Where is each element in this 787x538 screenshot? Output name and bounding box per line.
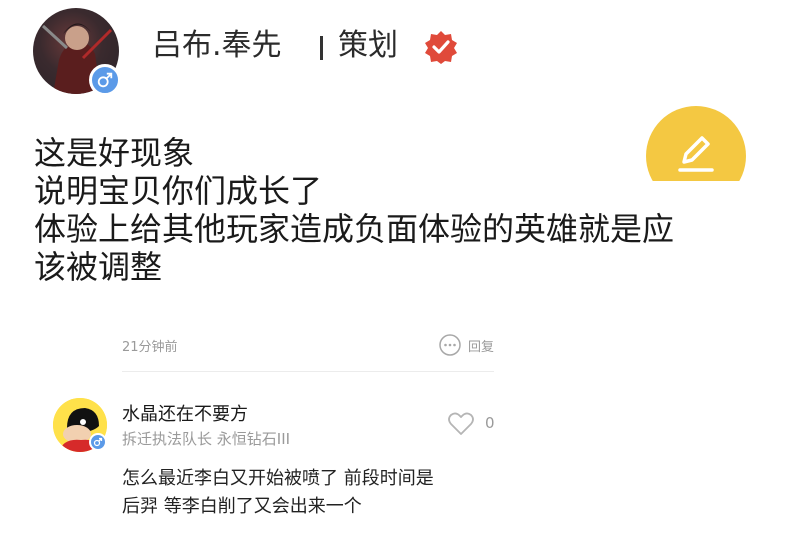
post-line: 该被调整 — [34, 248, 163, 286]
post-line: 体验上给其他玩家造成负面体验的英雄就是应 — [34, 210, 675, 248]
verified-icon — [425, 31, 457, 64]
divider — [122, 371, 494, 372]
post-body: 这是好现象 说明宝贝你们成长了 体验上给其他玩家造成负面体验的英雄就是应 该被调… — [34, 134, 764, 286]
reply-bubble-icon — [439, 334, 461, 356]
heart-icon — [448, 412, 474, 435]
commenter-title: 拆迁执法队长 永恒钻石III — [122, 430, 291, 448]
post-time: 21分钟前 — [122, 340, 178, 355]
like-button[interactable]: 0 — [447, 410, 495, 436]
commenter-name[interactable]: 水晶还在不要方 — [122, 400, 248, 426]
comment-body: 怎么最近李白又开始被喷了 前段时间是 后羿 等李白削了又会出来一个 — [122, 465, 502, 521]
post-line: 说明宝贝你们成长了 — [34, 172, 323, 210]
male-icon — [89, 64, 121, 96]
name-divider — [320, 36, 323, 60]
male-icon — [89, 433, 107, 451]
author-role: 策划 — [338, 28, 398, 63]
reply-button[interactable]: 回复 — [438, 333, 494, 357]
like-count: 0 — [485, 414, 495, 432]
author-name[interactable]: 吕布.奉先 — [152, 26, 282, 66]
post-line: 这是好现象 — [34, 134, 195, 172]
post-meta: 21分钟前 回复 — [122, 333, 494, 357]
reply-label: 回复 — [467, 339, 494, 355]
comment-line: 后羿 等李白削了又会出来一个 — [122, 496, 362, 517]
comment-line: 怎么最近李白又开始被喷了 前段时间是 — [122, 468, 434, 489]
